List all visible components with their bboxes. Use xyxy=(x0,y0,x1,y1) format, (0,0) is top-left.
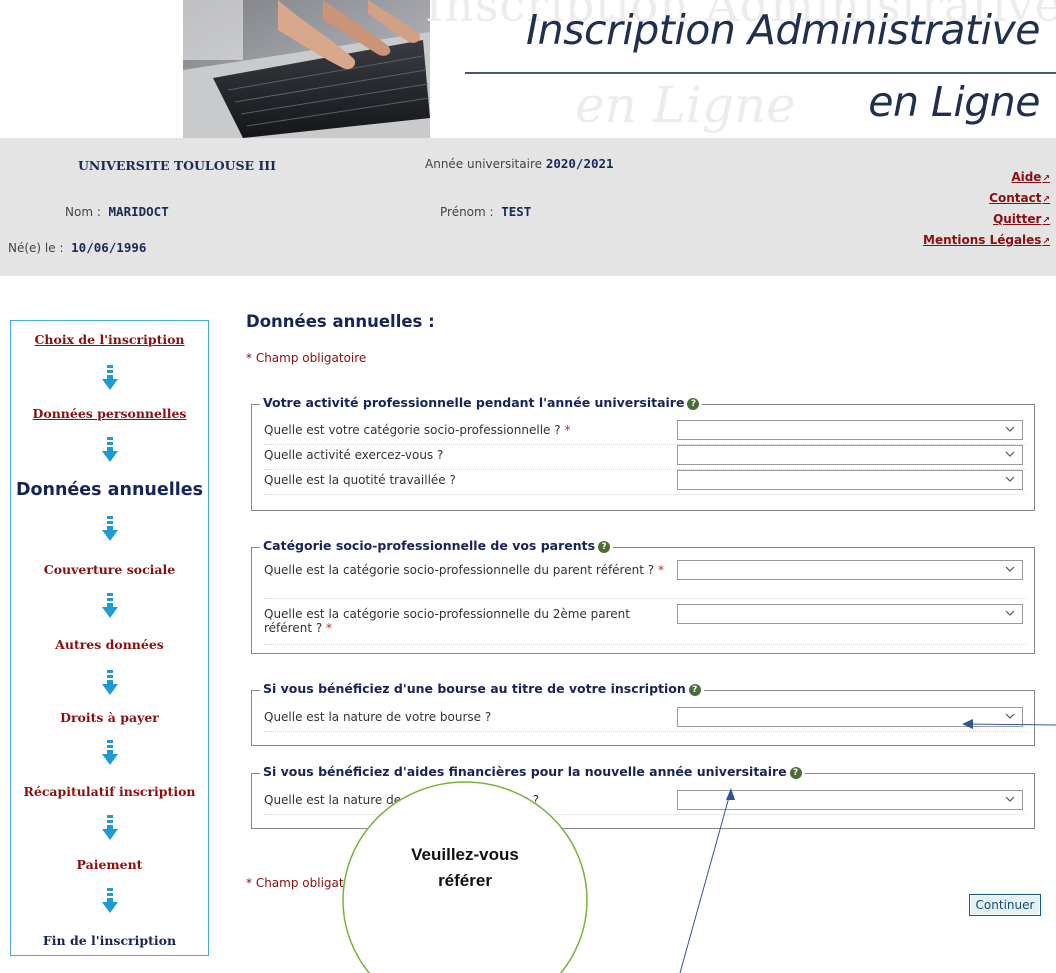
year-label: Année universitaire xyxy=(425,157,542,171)
header-links: Aide↗ Contact↗ Quitter↗ Mentions Légales… xyxy=(923,168,1050,252)
question-label: Quelle est la nature de votre aide finan… xyxy=(264,793,540,807)
banner-divider xyxy=(465,72,1056,74)
parent-category-select[interactable] xyxy=(677,560,1023,580)
chevron-down-icon xyxy=(1005,566,1015,572)
question-label: Quelle est la nature de votre bourse ? xyxy=(264,710,492,724)
required-field-note: * Champ obligatoire xyxy=(246,351,367,365)
question-label: Quelle activité exercez-vous ? xyxy=(264,448,444,462)
section-financial-aid: Si vous bénéficiez d'aides financières p… xyxy=(251,764,1035,829)
question-label: Quelle est la catégorie socio-profession… xyxy=(264,607,630,635)
work-quota-select[interactable] xyxy=(677,470,1023,490)
callout-text: Veuillez-vous référer xyxy=(360,842,570,894)
help-icon[interactable]: ? xyxy=(688,684,701,696)
financial-aid-type-select[interactable] xyxy=(677,790,1023,810)
legal-notices-link[interactable]: Mentions Légales↗ xyxy=(923,231,1050,252)
help-icon[interactable]: ? xyxy=(598,541,611,553)
page-title: Données annuelles : xyxy=(246,312,435,331)
down-arrow-icon xyxy=(102,670,118,695)
step-recapitulatif-inscription: Récapitulatif inscription xyxy=(23,784,196,799)
year-value: 2020/2021 xyxy=(545,156,614,171)
laptop-typing-photo xyxy=(183,0,430,138)
external-link-icon: ↗ xyxy=(1042,174,1050,184)
chevron-down-icon xyxy=(1005,426,1015,432)
step-donnees-annuelles-current: Données annuelles xyxy=(15,480,204,500)
question-row: Quelle est votre catégorie socio-profess… xyxy=(264,420,1026,445)
step-fin-inscription: Fin de l'inscription xyxy=(42,933,177,948)
step-choix-inscription[interactable]: Choix de l'inscription xyxy=(11,332,208,347)
down-arrow-icon xyxy=(102,437,118,462)
academic-year: Année universitaire 2020/2021 xyxy=(425,156,614,171)
external-link-icon: ↗ xyxy=(1042,237,1050,247)
help-link[interactable]: Aide↗ xyxy=(923,168,1050,189)
question-row: Quelle est la quotité travaillée ? xyxy=(264,470,1026,495)
section-parents-category: Catégorie socio-professionnelle de vos p… xyxy=(251,538,1035,654)
step-autres-donnees: Autres données xyxy=(55,637,164,652)
external-link-icon: ↗ xyxy=(1042,195,1050,205)
question-label: Quelle est votre catégorie socio-profess… xyxy=(264,423,571,437)
chevron-down-icon xyxy=(1005,451,1015,457)
external-link-icon: ↗ xyxy=(1042,216,1050,226)
continue-button[interactable]: Continuer xyxy=(969,894,1041,916)
nom-value: MARIDOCT xyxy=(108,204,169,219)
app-title: Inscription Administrative xyxy=(526,6,1040,54)
question-row: Quelle activité exercez-vous ? xyxy=(264,445,1026,470)
step-couverture-sociale: Couverture sociale xyxy=(43,562,176,577)
section-professional-activity: Votre activité professionnelle pendant l… xyxy=(251,395,1035,511)
chevron-down-icon xyxy=(1005,713,1015,719)
question-row: Quelle est la nature de votre bourse ? xyxy=(264,707,1026,732)
app-subtitle: en Ligne xyxy=(868,78,1040,126)
nom-label: Nom : xyxy=(65,205,101,219)
chevron-down-icon xyxy=(1005,476,1015,482)
student-birth-date: Né(e) le : 10/06/1996 xyxy=(8,240,146,255)
question-label: Quelle est la catégorie socio-profession… xyxy=(264,563,664,577)
chevron-down-icon xyxy=(1005,796,1015,802)
down-arrow-icon xyxy=(102,740,118,765)
help-icon[interactable]: ? xyxy=(687,398,700,410)
scholarship-type-select[interactable] xyxy=(677,707,1023,727)
birth-value: 10/06/1996 xyxy=(71,240,147,255)
header-banner: Inscription Administrative en Ligne Insc… xyxy=(0,0,1056,138)
activity-select[interactable] xyxy=(677,445,1023,465)
contact-link[interactable]: Contact↗ xyxy=(923,189,1050,210)
section-legend: Votre activité professionnelle pendant l… xyxy=(260,395,703,410)
down-arrow-icon xyxy=(102,593,118,618)
student-last-name: Nom : MARIDOCT xyxy=(65,204,169,219)
down-arrow-icon xyxy=(102,516,118,541)
callout-line-1: Veuillez-vous xyxy=(411,845,519,864)
step-paiement: Paiement xyxy=(76,857,143,872)
question-row: Quelle est la catégorie socio-profession… xyxy=(264,560,1026,599)
quit-link[interactable]: Quitter↗ xyxy=(923,210,1050,231)
callout-line-2: référer xyxy=(438,871,492,890)
down-arrow-icon xyxy=(102,888,118,913)
down-arrow-icon xyxy=(102,365,118,390)
birth-label: Né(e) le : xyxy=(8,241,64,255)
banner-watermark-2: en Ligne xyxy=(575,76,796,134)
question-row: Quelle est la nature de votre aide finan… xyxy=(264,790,1026,815)
second-parent-category-select[interactable] xyxy=(677,604,1023,624)
socio-professional-category-select[interactable] xyxy=(677,420,1023,440)
enrollment-steps-sidebar: Choix de l'inscription Données personnel… xyxy=(10,320,209,956)
university-name: UNIVERSITE TOULOUSE III xyxy=(78,158,276,173)
section-scholarship: Si vous bénéficiez d'une bourse au titre… xyxy=(251,681,1035,746)
step-droits-a-payer: Droits à payer xyxy=(60,710,159,725)
chevron-down-icon xyxy=(1005,610,1015,616)
student-info-bar: UNIVERSITE TOULOUSE III Année universita… xyxy=(0,138,1056,276)
prenom-value: TEST xyxy=(501,204,532,219)
question-row: Quelle est la catégorie socio-profession… xyxy=(264,604,1026,645)
step-donnees-personnelles[interactable]: Données personnelles xyxy=(11,406,208,421)
prenom-label: Prénom : xyxy=(440,205,494,219)
section-legend: Si vous bénéficiez d'une bourse au titre… xyxy=(260,681,704,696)
section-legend: Si vous bénéficiez d'aides financières p… xyxy=(260,764,805,779)
student-first-name: Prénom : TEST xyxy=(440,204,531,219)
question-label: Quelle est la quotité travaillée ? xyxy=(264,473,456,487)
help-icon[interactable]: ? xyxy=(789,767,802,779)
required-field-note-bottom: * Champ obligatoire xyxy=(246,876,367,890)
section-legend: Catégorie socio-professionnelle de vos p… xyxy=(260,538,614,553)
down-arrow-icon xyxy=(102,815,118,840)
